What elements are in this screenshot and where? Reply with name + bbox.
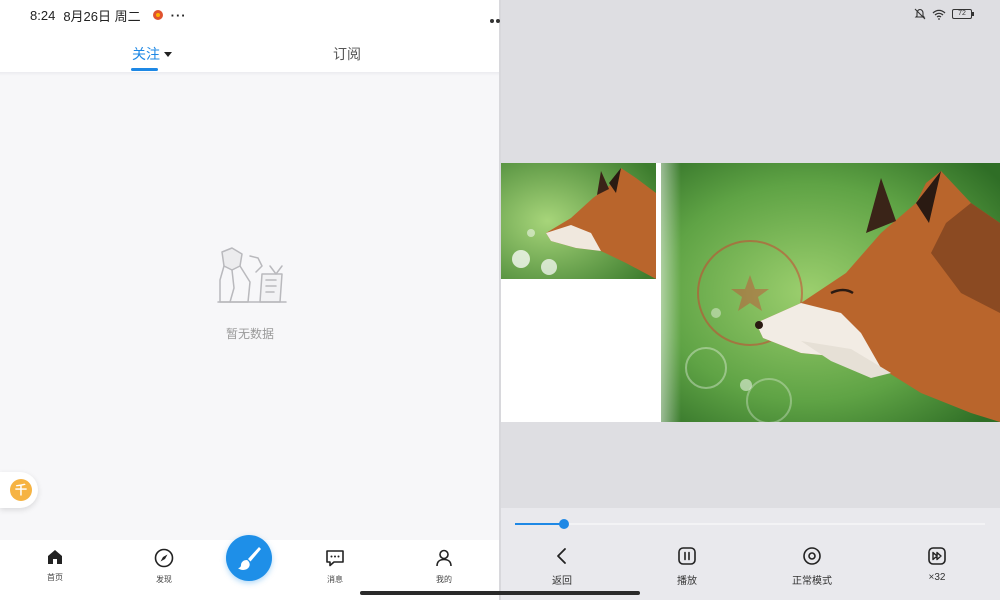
nav-home[interactable]: 首页 <box>35 548 75 583</box>
play-button[interactable]: 播放 <box>647 546 727 587</box>
compass-icon <box>154 548 174 568</box>
tabs-divider <box>0 72 500 76</box>
nav-discover-label: 发现 <box>156 575 172 584</box>
speed-label: ×32 <box>928 572 946 583</box>
home-icon <box>48 550 62 564</box>
player-controls: 返回 播放 正常模式 ×32 <box>501 508 1000 600</box>
user-icon <box>436 549 452 567</box>
mode-label: 正常模式 <box>792 576 832 587</box>
caret-down-icon <box>164 52 172 57</box>
nav-mine[interactable]: 我的 <box>424 548 464 585</box>
nav-message[interactable]: 消息 <box>315 548 355 585</box>
tab-follow-label: 关注 <box>132 46 160 62</box>
floating-coin-widget[interactable]: 千 <box>0 472 38 508</box>
left-pane: 8:24 8月26日 周二 ··· 关注 订阅 暂无数据 千 首页 发现 消息 … <box>0 0 500 600</box>
status-time: 8:24 <box>30 7 56 23</box>
status-date: 8月26日 周二 <box>63 8 141 24</box>
speed-button[interactable]: ×32 <box>897 546 977 583</box>
nav-home-label: 首页 <box>47 573 63 582</box>
nav-mine-label: 我的 <box>436 575 452 584</box>
progress-slider-handle[interactable] <box>559 519 569 529</box>
tab-active-indicator <box>131 68 158 71</box>
empty-state: 暂无数据 <box>205 244 295 342</box>
brush-icon <box>238 547 261 570</box>
play-label: 播放 <box>677 576 697 587</box>
coin-icon: 千 <box>10 479 32 501</box>
create-fab-button[interactable] <box>226 535 272 581</box>
empty-illustration-icon <box>217 247 287 303</box>
status-more-icon: ··· <box>170 7 187 23</box>
chevron-left-icon <box>557 548 566 564</box>
mode-circle-icon <box>803 547 821 565</box>
notification-app-icon <box>152 10 163 20</box>
bell-muted-icon <box>914 8 926 20</box>
status-bar-left: 8:24 8月26日 周二 ··· <box>0 0 500 30</box>
back-label: 返回 <box>552 576 572 587</box>
nav-discover[interactable]: 发现 <box>144 548 184 585</box>
tab-subscribe[interactable]: 订阅 <box>333 44 361 64</box>
wifi-icon <box>932 9 946 20</box>
home-indicator[interactable] <box>360 591 640 595</box>
right-pane: 72 返回 播放 正常模式 ×32 <box>501 0 1000 600</box>
battery-icon: 72 <box>952 9 974 19</box>
status-bar-right: 72 <box>914 8 974 20</box>
top-tabs: 关注 订阅 <box>0 30 500 72</box>
mode-button[interactable]: 正常模式 <box>772 546 852 587</box>
progress-fill <box>515 523 564 525</box>
fast-forward-icon <box>928 547 946 565</box>
tab-follow[interactable]: 关注 <box>132 44 172 64</box>
viewer-image[interactable] <box>501 163 1000 422</box>
pause-icon <box>678 547 696 565</box>
back-button[interactable]: 返回 <box>522 546 602 587</box>
nav-message-label: 消息 <box>327 575 343 584</box>
progress-track[interactable] <box>515 523 985 525</box>
message-icon <box>326 550 344 567</box>
fox-illustration-image <box>501 163 1000 422</box>
empty-state-text: 暂无数据 <box>225 327 274 341</box>
